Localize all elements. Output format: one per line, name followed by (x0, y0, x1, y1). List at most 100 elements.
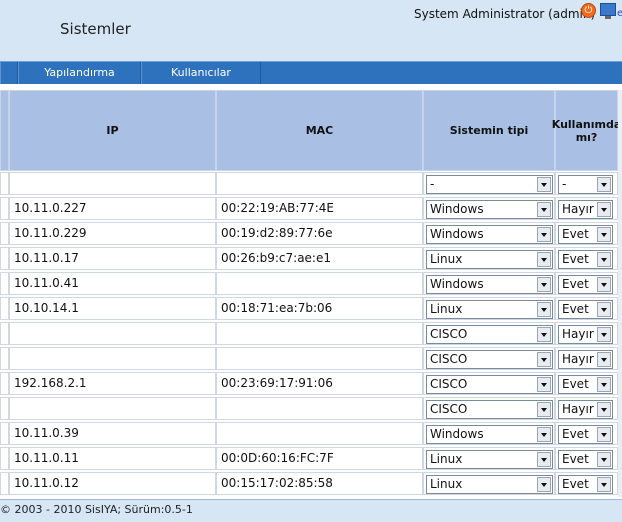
system-type-select[interactable]: Windows (426, 275, 553, 294)
system-type-select[interactable]: Windows (426, 200, 553, 219)
in-use-value: Evet (562, 477, 589, 491)
table-row: 10.11.0.17 00:26:b9:c7:ae:e1 Linux Evet (0, 246, 622, 271)
in-use-select[interactable]: Hayır (558, 350, 613, 369)
chevron-down-icon[interactable] (597, 302, 611, 317)
column-header-system-type[interactable]: Sistemin tipi (423, 90, 555, 171)
in-use-cell: Hayır (555, 347, 618, 370)
in-use-value: Evet (562, 427, 589, 441)
table-row: 192.168.2.1 00:23:69:17:91:06 CISCO Evet (0, 371, 622, 396)
in-use-select[interactable]: Hayır (558, 200, 613, 219)
system-type-value: Windows (430, 202, 484, 216)
in-use-select[interactable]: Evet (558, 475, 613, 494)
mac-cell (216, 397, 423, 420)
chevron-down-icon[interactable] (537, 252, 551, 267)
system-type-select[interactable]: Linux (426, 475, 553, 494)
ip-cell: 10.11.0.17 (9, 247, 216, 270)
in-use-select[interactable]: Evet (558, 250, 613, 269)
chevron-down-icon[interactable] (597, 352, 611, 367)
in-use-select[interactable]: Evet (558, 225, 613, 244)
chevron-down-icon[interactable] (537, 202, 551, 217)
ip-filter-input[interactable] (9, 172, 216, 195)
table-row: 10.11.0.11 00:0D:60:16:FC:7F Linux Evet (0, 446, 622, 471)
mac-filter-input[interactable] (216, 172, 423, 195)
table-row: CISCO Hayır (0, 321, 622, 346)
in-use-select[interactable]: Hayır (558, 325, 613, 344)
in-use-cell: Evet (555, 472, 618, 495)
main-nav: Yapılandırma Kullanıcılar (0, 61, 622, 84)
chevron-down-icon[interactable] (597, 177, 611, 192)
chevron-down-icon[interactable] (597, 427, 611, 442)
monitor-icon[interactable] (600, 3, 616, 19)
in-use-cell: Evet (555, 222, 618, 245)
mac-cell (216, 322, 423, 345)
mac-cell: 00:22:19:AB:77:4E (216, 197, 423, 220)
chevron-down-icon[interactable] (537, 427, 551, 442)
system-type-select[interactable]: CISCO (426, 350, 553, 369)
in-use-select[interactable]: Evet (558, 275, 613, 294)
row-edge-cell (0, 322, 9, 345)
system-type-select[interactable]: CISCO (426, 400, 553, 419)
type-filter-select[interactable]: - (426, 175, 553, 194)
in-use-value: Evet (562, 252, 589, 266)
mac-cell: 00:15:17:02:85:58 (216, 472, 423, 495)
in-use-filter-select[interactable]: - (558, 175, 613, 194)
chevron-down-icon[interactable] (597, 327, 611, 342)
in-use-filter-value: - (562, 177, 567, 191)
chevron-down-icon[interactable] (597, 277, 611, 292)
mac-cell: 00:0D:60:16:FC:7F (216, 447, 423, 470)
system-type-cell: Windows (423, 197, 555, 220)
header-edge-link[interactable]: e (617, 8, 622, 19)
logout-power-icon[interactable]: ⏻ (581, 3, 596, 18)
chevron-down-icon[interactable] (537, 177, 551, 192)
in-use-select[interactable]: Hayır (558, 400, 613, 419)
system-type-select[interactable]: Linux (426, 450, 553, 469)
system-type-select[interactable]: Linux (426, 300, 553, 319)
in-use-select[interactable]: Evet (558, 450, 613, 469)
chevron-down-icon[interactable] (537, 227, 551, 242)
chevron-down-icon[interactable] (537, 327, 551, 342)
system-type-select[interactable]: CISCO (426, 325, 553, 344)
chevron-down-icon[interactable] (537, 302, 551, 317)
system-type-cell: Linux (423, 472, 555, 495)
in-use-cell: Evet (555, 272, 618, 295)
chevron-down-icon[interactable] (537, 477, 551, 492)
table-row: 10.11.0.12 00:15:17:02:85:58 Linux Evet (0, 471, 622, 496)
systems-table: IP MAC Sistemin tipi Kullanımda mı? - - … (0, 90, 622, 497)
chevron-down-icon[interactable] (597, 227, 611, 242)
chevron-down-icon[interactable] (597, 477, 611, 492)
system-type-value: CISCO (430, 402, 468, 416)
chevron-down-icon[interactable] (597, 202, 611, 217)
chevron-down-icon[interactable] (537, 452, 551, 467)
chevron-down-icon[interactable] (597, 402, 611, 417)
chevron-down-icon[interactable] (537, 377, 551, 392)
chevron-down-icon[interactable] (597, 252, 611, 267)
column-header-mac[interactable]: MAC (216, 90, 423, 171)
chevron-down-icon[interactable] (537, 402, 551, 417)
in-use-value: Hayır (562, 352, 594, 366)
chevron-down-icon[interactable] (597, 452, 611, 467)
in-use-value: Evet (562, 377, 589, 391)
in-use-cell: Hayır (555, 197, 618, 220)
nav-item-yapilandirma[interactable]: Yapılandırma (18, 62, 141, 84)
chevron-down-icon[interactable] (537, 352, 551, 367)
nav-item-kullanicilar[interactable]: Kullanıcılar (141, 62, 261, 84)
type-filter-value: - (430, 177, 435, 191)
system-type-select[interactable]: Windows (426, 425, 553, 444)
system-type-cell: Linux (423, 447, 555, 470)
row-edge-cell (0, 222, 9, 245)
chevron-down-icon[interactable] (597, 377, 611, 392)
row-edge-cell (0, 347, 9, 370)
column-header-in-use[interactable]: Kullanımda mı? (552, 90, 621, 171)
system-type-cell: Windows (423, 272, 555, 295)
system-type-select[interactable]: Linux (426, 250, 553, 269)
in-use-select[interactable]: Evet (558, 300, 613, 319)
in-use-select[interactable]: Evet (558, 425, 613, 444)
in-use-select[interactable]: Evet (558, 375, 613, 394)
system-type-select[interactable]: Windows (426, 225, 553, 244)
chevron-down-icon[interactable] (537, 277, 551, 292)
nav-item-offscreen[interactable] (0, 62, 18, 84)
system-type-select[interactable]: CISCO (426, 375, 553, 394)
in-use-filter-cell: - (555, 172, 618, 195)
column-header-ip[interactable]: IP (9, 90, 216, 171)
system-type-cell: Linux (423, 297, 555, 320)
